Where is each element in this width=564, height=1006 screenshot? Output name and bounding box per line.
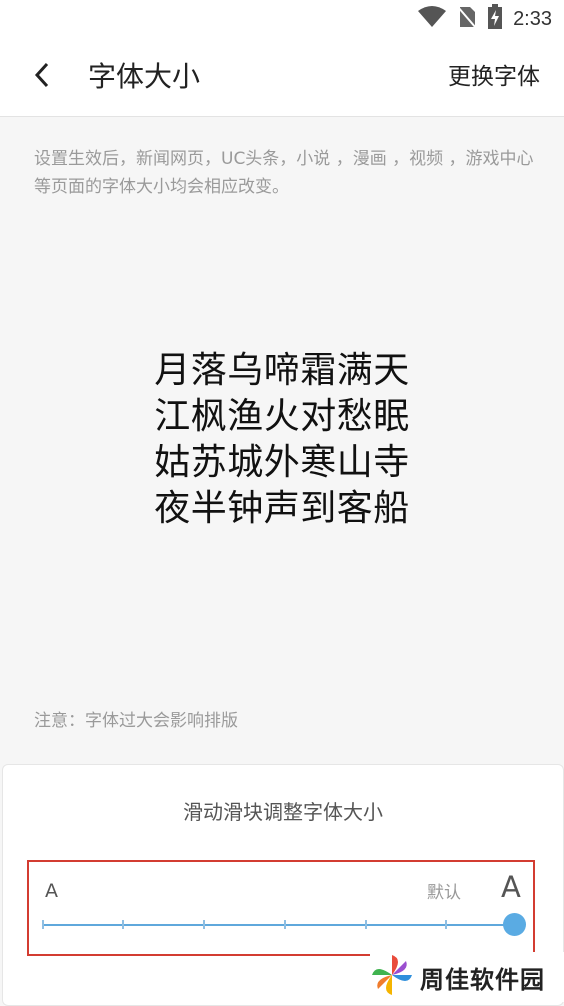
preview-line: 夜半钟声到客船	[154, 488, 410, 529]
chevron-left-icon	[34, 62, 50, 92]
slider-tick[interactable]	[203, 920, 205, 929]
large-font-label: A	[501, 870, 521, 904]
preview-line: 姑苏城外寒山寺	[154, 442, 410, 483]
slider-instruction: 滑动滑块调整字体大小	[183, 800, 383, 824]
no-sim-icon	[457, 5, 477, 33]
change-font-button[interactable]: 更换字体	[448, 60, 540, 94]
pinwheel-logo-icon	[370, 953, 414, 1001]
status-bar: 2:33	[0, 0, 564, 38]
slider-thumb[interactable]	[503, 913, 526, 936]
back-button[interactable]	[24, 58, 60, 96]
app-bar: 字体大小 更换字体	[0, 38, 564, 117]
default-size-label: 默认	[427, 883, 461, 903]
slider-tick[interactable]	[42, 920, 44, 929]
slider-tick[interactable]	[445, 920, 447, 929]
watermark-text: 周佳软件园	[420, 965, 545, 994]
slider-tick[interactable]	[284, 920, 286, 929]
wifi-icon	[417, 5, 447, 33]
status-icons: 2:33	[417, 4, 552, 34]
settings-description: 设置生效后，新闻网页，UC头条，小说 ，漫画 ，视频 ，游戏中心等页面的字体大小…	[34, 149, 534, 197]
battery-charging-icon	[487, 4, 503, 34]
slider-track[interactable]	[42, 924, 514, 926]
status-time: 2:33	[513, 7, 552, 30]
layout-warning-note: 注意：字体过大会影响排版	[34, 711, 238, 731]
slider-tick[interactable]	[122, 920, 124, 929]
watermark: 周佳软件园	[370, 952, 564, 1002]
preview-line: 江枫渔火对愁眠	[154, 396, 410, 437]
preview-line: 月落乌啼霜满天	[154, 350, 410, 391]
font-preview: 月落乌啼霜满天 江枫渔火对愁眠 姑苏城外寒山寺 夜半钟声到客船	[0, 348, 564, 532]
slider-tick[interactable]	[365, 920, 367, 929]
font-size-slider[interactable]: A 默认 A	[27, 860, 535, 956]
small-font-label: A	[45, 880, 58, 902]
page-title: 字体大小	[88, 60, 201, 93]
